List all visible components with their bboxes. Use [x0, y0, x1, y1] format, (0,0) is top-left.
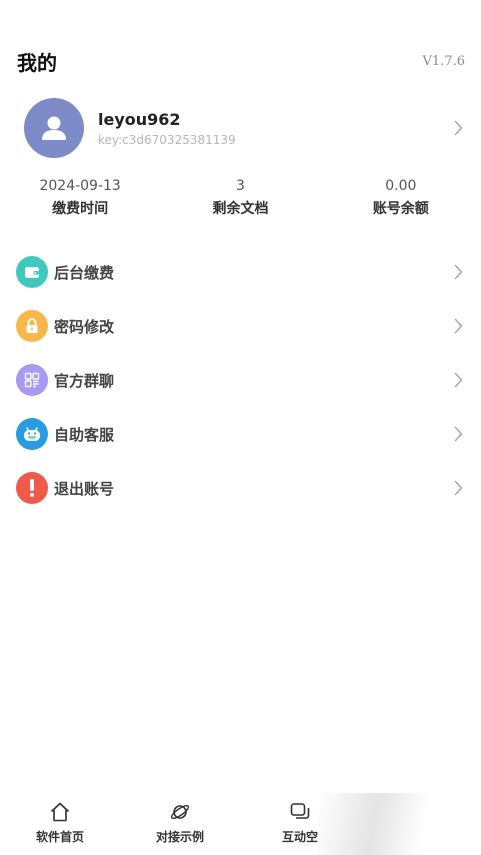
stat-payment-date: 2024-09-13 缴费时间: [0, 178, 160, 218]
menu-item-label: 后台缴费: [54, 263, 115, 282]
chevron-right-icon: [449, 317, 467, 335]
menu-item-support[interactable]: 自助客服: [0, 407, 481, 461]
tab-examples[interactable]: 对接示例: [120, 793, 240, 855]
stat-label: 剩余文档: [212, 201, 269, 217]
menu-item-logout[interactable]: 退出账号: [0, 461, 481, 515]
lock-icon: [16, 310, 48, 342]
stat-remaining-docs: 3 剩余文档: [160, 178, 320, 218]
chat-icon: [290, 803, 310, 819]
avatar[interactable]: [24, 98, 84, 158]
tab-label: 软件首页: [35, 830, 84, 844]
robot-icon: [16, 418, 48, 450]
profile-card[interactable]: leyou962 key:c3d670325381139: [24, 98, 467, 158]
bottom-tab-bar: 软件首页 对接示例 互动空: [0, 793, 481, 855]
chevron-right-icon[interactable]: [449, 119, 467, 137]
tab-home[interactable]: 软件首页: [0, 793, 120, 855]
planet-icon: [170, 804, 190, 820]
stat-balance: 0.00 账号余额: [321, 178, 481, 218]
chevron-right-icon: [449, 425, 467, 443]
menu-item-password[interactable]: 密码修改: [0, 299, 481, 353]
menu-item-group-chat[interactable]: 官方群聊: [0, 353, 481, 407]
chevron-right-icon: [449, 263, 467, 281]
user-icon: [42, 116, 66, 140]
menu-item-payment[interactable]: 后台缴费: [0, 245, 481, 299]
menu-item-label: 退出账号: [54, 479, 115, 498]
version-label: V1.7.6: [422, 53, 465, 69]
home-icon: [50, 802, 70, 822]
menu-list: 后台缴费 密码修改 官方群聊 自助客服 退出账号: [0, 245, 481, 515]
username: leyou962: [98, 109, 181, 129]
exclamation-icon: [16, 472, 48, 504]
profile-info: leyou962 key:c3d670325381139: [98, 110, 449, 147]
chevron-right-icon: [449, 479, 467, 497]
header: 我的 V1.7.6: [17, 44, 465, 78]
chevron-right-icon: [449, 371, 467, 389]
wallet-icon: [16, 256, 48, 288]
qrcode-icon: [16, 364, 48, 396]
tab-label: 对接示例: [155, 830, 204, 844]
stat-label: 账号余额: [372, 201, 429, 217]
menu-item-label: 自助客服: [54, 425, 115, 444]
stat-label: 缴费时间: [52, 201, 109, 217]
user-key: key:c3d670325381139: [98, 132, 236, 147]
stat-value: 3: [236, 178, 245, 194]
menu-item-label: 官方群聊: [54, 371, 115, 390]
menu-item-label: 密码修改: [54, 317, 115, 336]
stats-row: 2024-09-13 缴费时间 3 剩余文档 0.00 账号余额: [0, 178, 481, 218]
tab-label: 互动空: [281, 830, 318, 844]
tabbar-overlay: [318, 793, 481, 855]
page-title: 我的: [17, 50, 57, 75]
stat-value: 2024-09-13: [39, 178, 121, 194]
stat-value: 0.00: [385, 178, 417, 194]
